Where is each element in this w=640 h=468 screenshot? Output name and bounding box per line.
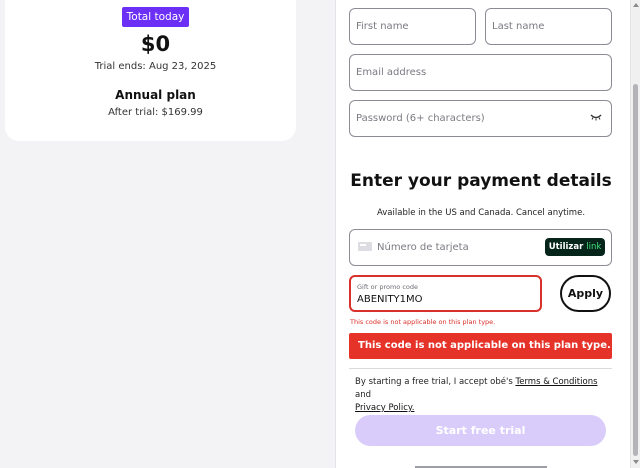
terms-text: By starting a free trial, I accept obé's… <box>355 376 607 415</box>
promo-code-input[interactable]: Gift or promo code ABENITY1MO <box>349 275 542 312</box>
price-value: $0 <box>140 32 171 56</box>
section-divider <box>349 368 612 369</box>
last-name-placeholder: Last name <box>492 21 545 32</box>
total-today-badge: Total today <box>122 7 189 27</box>
link-pay-button[interactable]: Utilizar link <box>545 238 605 256</box>
privacy-link[interactable]: Privacy Policy. <box>355 403 414 413</box>
last-name-input[interactable]: Last name <box>485 8 612 45</box>
link-pay-prefix: Utilizar <box>548 242 584 252</box>
email-input[interactable]: Email address <box>349 54 612 91</box>
link-brand-label: link <box>586 242 602 252</box>
terms-middle: and <box>355 390 371 400</box>
order-summary-panel: Total today $0 Trial ends: Aug 23, 2025 … <box>0 0 335 468</box>
card-number-placeholder: Número de tarjeta <box>377 242 469 253</box>
after-trial-price: After trial: $169.99 <box>108 107 203 118</box>
password-placeholder: Password (6+ characters) <box>356 113 485 124</box>
promo-code-value: ABENITY1MO <box>357 294 423 305</box>
apply-button[interactable]: Apply <box>560 275 611 312</box>
promo-error-text: This code is not applicable on this plan… <box>350 318 496 326</box>
promo-code-label: Gift or promo code <box>357 283 419 291</box>
password-input[interactable]: Password (6+ characters) <box>349 100 612 137</box>
summary-card: Total today $0 Trial ends: Aug 23, 2025 … <box>5 0 296 141</box>
first-name-input[interactable]: First name <box>349 8 476 45</box>
payment-subheading: Available in the US and Canada. Cancel a… <box>376 208 586 218</box>
credit-card-icon <box>358 242 372 251</box>
plan-name: Annual plan <box>115 88 196 102</box>
trial-end-date: Trial ends: Aug 23, 2025 <box>94 61 217 72</box>
terms-link[interactable]: Terms & Conditions <box>515 377 597 387</box>
scroll-up-arrow-icon[interactable] <box>633 3 639 7</box>
scrollbar-thumb[interactable] <box>633 84 638 456</box>
page-scrollbar[interactable] <box>630 0 640 468</box>
scroll-down-arrow-icon[interactable] <box>633 460 639 464</box>
first-name-placeholder: First name <box>356 21 409 32</box>
terms-prefix: By starting a free trial, I accept obé's <box>355 377 516 387</box>
payment-heading: Enter your payment details <box>350 171 612 191</box>
eye-closed-icon[interactable] <box>590 113 602 121</box>
promo-error-banner: This code is not applicable on this plan… <box>349 333 612 359</box>
email-placeholder: Email address <box>356 67 427 78</box>
start-free-trial-button[interactable]: Start free trial <box>355 415 606 446</box>
